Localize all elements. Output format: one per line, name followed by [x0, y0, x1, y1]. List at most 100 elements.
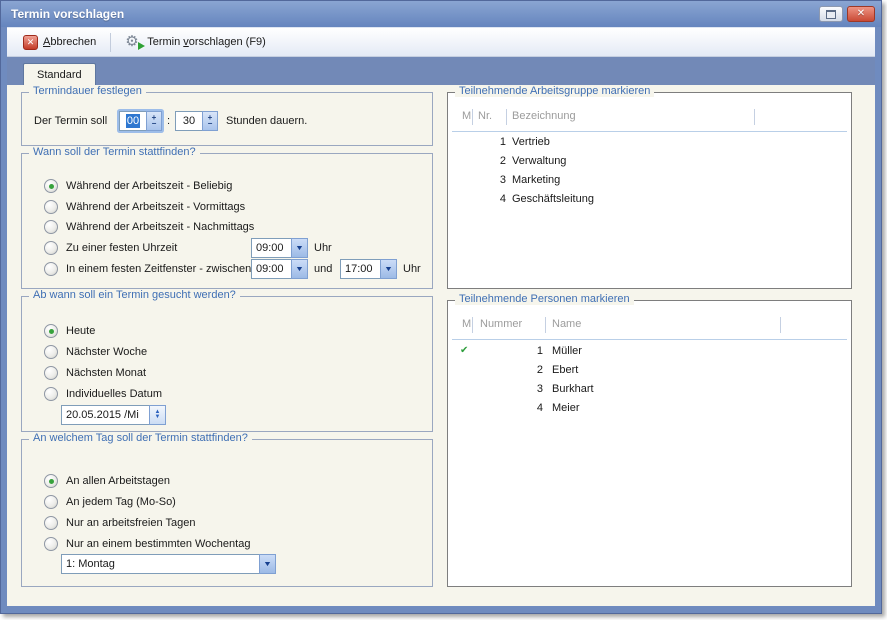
col-header-nr[interactable]: Nr.	[478, 110, 492, 122]
date-editor[interactable]: 20.05.2015 /Mi ▲ ▼	[61, 405, 166, 425]
window-title: Termin vorschlagen	[11, 7, 124, 21]
radio-every-day[interactable]: An jedem Tag (Mo-So)	[44, 492, 176, 512]
titlebar[interactable]: Termin vorschlagen ✕	[1, 1, 881, 27]
radio-icon[interactable]	[44, 241, 58, 255]
radio-icon[interactable]	[44, 516, 58, 530]
table-row[interactable]: Burkhart	[552, 383, 594, 395]
radio-icon[interactable]	[44, 345, 58, 359]
dropdown-button[interactable]: ▼	[380, 259, 397, 279]
fixed-time-uhr-label: Uhr	[314, 242, 332, 254]
check-icon[interactable]: ✔	[460, 345, 468, 356]
radio-worktime-afternoon[interactable]: Während der Arbeitszeit - Nachmittags	[44, 217, 254, 237]
radio-icon[interactable]	[44, 220, 58, 234]
minimize-button[interactable]	[819, 6, 843, 22]
tab-strip: Standard	[7, 57, 875, 85]
radio-icon[interactable]	[44, 179, 58, 193]
close-button[interactable]: ✕	[847, 6, 875, 22]
radio-fixed-time[interactable]: Zu einer festen Uhrzeit	[44, 238, 177, 258]
table-row[interactable]: Marketing	[512, 174, 560, 186]
table-row[interactable]: Verwaltung	[512, 155, 566, 167]
table-row[interactable]: 3	[493, 383, 543, 395]
radio-icon[interactable]	[44, 495, 58, 509]
radio-worktime-any[interactable]: Während der Arbeitszeit - Beliebig	[44, 176, 232, 196]
chevron-down-icon: ▼	[384, 266, 393, 273]
col-header-m[interactable]: M	[462, 318, 471, 330]
radio-icon[interactable]	[44, 324, 58, 338]
hours-spin-buttons[interactable]: + −	[146, 111, 162, 131]
minus-icon: −	[152, 121, 157, 127]
weekday-value[interactable]: 1: Montag	[61, 554, 259, 574]
minutes-spinner[interactable]: 30 + −	[175, 111, 218, 131]
dialog-window: Termin vorschlagen ✕ ✕ Abbrechen ⚙ Termi…	[0, 0, 882, 614]
group-day: An welchem Tag soll der Termin stattfind…	[21, 439, 433, 587]
table-row[interactable]: 4	[493, 402, 543, 414]
minus-icon: −	[208, 121, 213, 127]
table-row[interactable]: 2	[493, 364, 543, 376]
group-persons: Teilnehmende Personen markieren M Nummer…	[447, 300, 852, 587]
dropdown-button[interactable]: ▼	[259, 554, 276, 574]
propose-button-label: Termin vorschlagen (F9)	[147, 36, 266, 48]
weekday-combo[interactable]: 1: Montag ▼	[61, 554, 276, 574]
propose-appointment-button[interactable]: ⚙ Termin vorschlagen (F9)	[119, 32, 272, 52]
minutes-field[interactable]: 30	[175, 111, 202, 131]
window-from-value[interactable]: 09:00	[251, 259, 291, 279]
date-updown-button[interactable]: ▲ ▼	[149, 405, 166, 425]
group-when-title: Wann soll der Termin stattfinden?	[29, 146, 200, 158]
radio-icon[interactable]	[44, 537, 58, 551]
radio-time-window[interactable]: In einem festen Zeitfenster - zwischen	[44, 259, 251, 279]
table-row[interactable]: 4	[474, 193, 506, 205]
table-row[interactable]: Geschäftsleitung	[512, 193, 594, 205]
table-row[interactable]: 2	[474, 155, 506, 167]
radio-free-days[interactable]: Nur an arbeitsfreien Tagen	[44, 513, 195, 533]
cancel-button[interactable]: ✕ Abbrechen	[17, 33, 102, 52]
hours-spinner[interactable]: 00 + −	[119, 111, 162, 131]
col-header-nummer[interactable]: Nummer	[480, 318, 522, 330]
table-row[interactable]: 1	[493, 345, 543, 357]
tab-standard[interactable]: Standard	[23, 63, 96, 85]
gear-run-icon: ⚙	[125, 34, 142, 50]
toolbar: ✕ Abbrechen ⚙ Termin vorschlagen (F9)	[7, 28, 875, 57]
radio-worktime-morning[interactable]: Während der Arbeitszeit - Vormittags	[44, 197, 245, 217]
radio-individual-date[interactable]: Individuelles Datum	[44, 384, 162, 404]
minimize-icon	[826, 10, 836, 19]
group-when: Wann soll der Termin stattfinden? Währen…	[21, 153, 433, 289]
col-header-bezeichnung[interactable]: Bezeichnung	[512, 110, 576, 122]
table-row[interactable]: 1	[474, 136, 506, 148]
duration-prefix-label: Der Termin soll	[34, 115, 107, 127]
col-header-name[interactable]: Name	[552, 318, 581, 330]
table-row[interactable]: Meier	[552, 402, 580, 414]
persons-table: M Nummer Name ✔ 1 Müller 2 Ebert 3 Burkh…	[448, 301, 851, 586]
col-header-m[interactable]: M	[462, 110, 471, 122]
table-row[interactable]: 3	[474, 174, 506, 186]
window-from-combo[interactable]: 09:00 ▼	[251, 259, 308, 279]
date-value[interactable]: 20.05.2015 /Mi	[61, 405, 149, 425]
window-to-combo[interactable]: 17:00 ▼	[340, 259, 397, 279]
radio-icon[interactable]	[44, 474, 58, 488]
fixed-time-value[interactable]: 09:00	[251, 238, 291, 258]
client-area: ✕ Abbrechen ⚙ Termin vorschlagen (F9) St…	[7, 27, 875, 606]
radio-all-workdays[interactable]: An allen Arbeitstagen	[44, 471, 170, 491]
window-to-value[interactable]: 17:00	[340, 259, 380, 279]
radio-next-month[interactable]: Nächsten Monat	[44, 363, 146, 383]
radio-icon[interactable]	[44, 366, 58, 380]
close-icon: ✕	[857, 9, 865, 19]
group-duration: Termindauer festlegen Der Termin soll 00…	[21, 92, 433, 146]
radio-icon[interactable]	[44, 262, 58, 276]
dropdown-button[interactable]: ▼	[291, 259, 308, 279]
tab-standard-label: Standard	[37, 69, 82, 81]
dropdown-button[interactable]: ▼	[291, 238, 308, 258]
radio-icon[interactable]	[44, 200, 58, 214]
minutes-spin-buttons[interactable]: + −	[202, 111, 218, 131]
table-row[interactable]: Ebert	[552, 364, 578, 376]
radio-icon[interactable]	[44, 387, 58, 401]
radio-next-week[interactable]: Nächster Woche	[44, 342, 147, 362]
fixed-time-combo[interactable]: 09:00 ▼	[251, 238, 308, 258]
table-row[interactable]: Vertrieb	[512, 136, 550, 148]
workgroups-table: M Nr. Bezeichnung 1 Vertrieb 2 Verwaltun…	[448, 93, 851, 288]
table-row[interactable]: Müller	[552, 345, 582, 357]
hours-field[interactable]: 00	[119, 111, 146, 131]
radio-specific-weekday[interactable]: Nur an einem bestimmten Wochentag	[44, 534, 250, 554]
radio-today[interactable]: Heute	[44, 321, 95, 341]
group-start-title: Ab wann soll ein Termin gesucht werden?	[29, 289, 240, 301]
group-duration-title: Termindauer festlegen	[29, 85, 146, 97]
